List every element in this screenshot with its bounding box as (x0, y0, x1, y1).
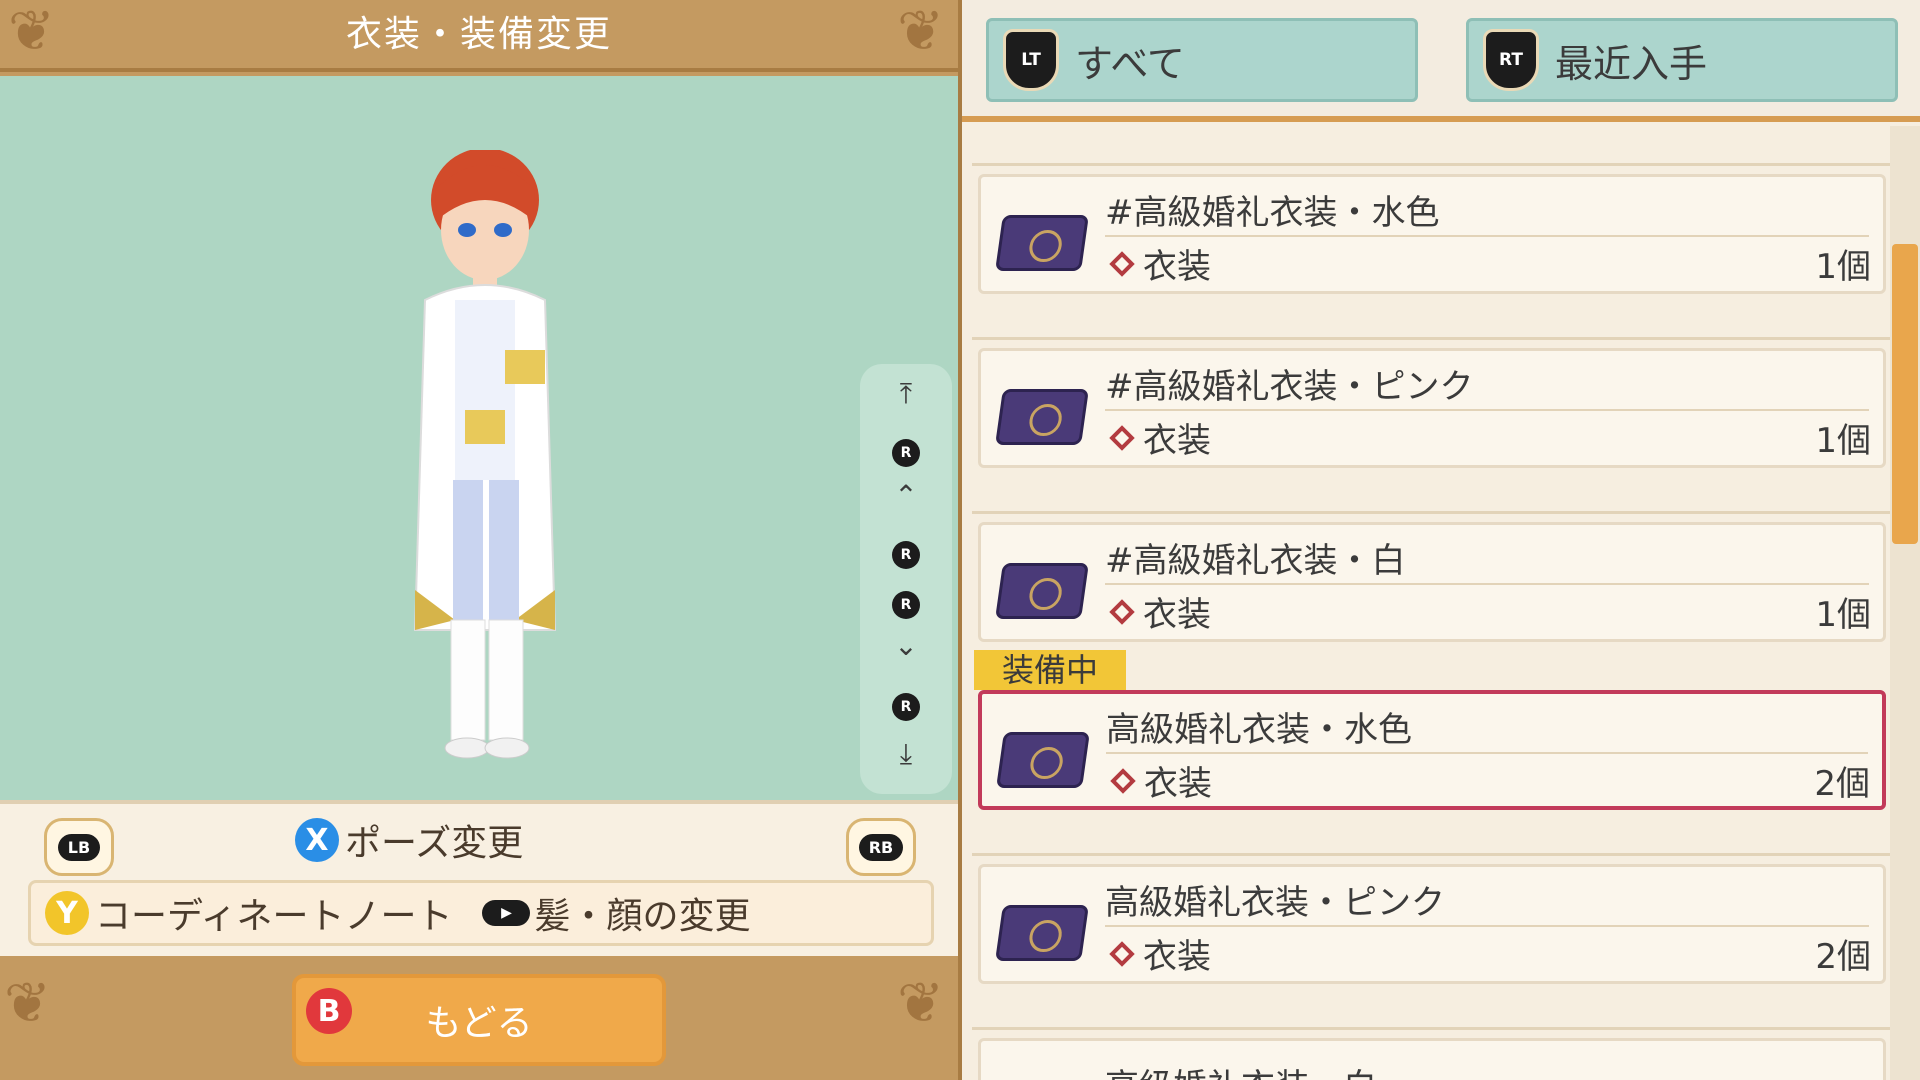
y-button-icon: Y (45, 891, 89, 935)
rt-button-icon: RT (1483, 29, 1539, 91)
pose-change-button[interactable]: X ポーズ変更 (295, 812, 523, 868)
item-name: #高級婚礼衣装・白 (1105, 541, 1406, 581)
item-category: 衣装 (1105, 929, 1211, 978)
item-name: #高級婚礼衣装・水色 (1105, 193, 1440, 233)
zoom-bottom-icon[interactable]: ⤓ (860, 740, 952, 768)
diamond-icon (1109, 598, 1135, 625)
tab-all-label: すべて (1075, 41, 1185, 86)
pan-up-icon[interactable]: ⌃ (860, 482, 952, 510)
item-category: 衣装 (1106, 756, 1212, 805)
item-list-panel: LT すべて RT 最近入手 #高級婚礼衣装・水色 衣装 1個 #高級婚礼衣装・… (958, 0, 1920, 1080)
divider (1106, 752, 1868, 754)
diamond-icon (1109, 250, 1135, 277)
filter-tabs: LT すべて RT 最近入手 (962, 0, 1920, 122)
outfit-box-icon (995, 389, 1089, 445)
item-quantity: 1個 (1815, 421, 1871, 461)
tab-all[interactable]: LT すべて (986, 18, 1418, 102)
outfit-box-icon (995, 905, 1089, 961)
ornament-bottom-right-icon: ❦ (897, 971, 944, 1036)
diamond-icon (1110, 767, 1136, 794)
tab-recent-label: 最近入手 (1555, 41, 1708, 86)
item-list[interactable]: #高級婚礼衣装・水色 衣装 1個 #高級婚礼衣装・ピンク 衣装 1個 #高級婚礼… (972, 128, 1892, 1080)
diamond-icon (1109, 940, 1135, 967)
list-item[interactable]: #高級婚礼衣装・白 衣装 1個 (978, 522, 1886, 642)
lt-button-icon: LT (1003, 29, 1059, 91)
list-item[interactable]: #高級婚礼衣装・ピンク 衣装 1個 (978, 348, 1886, 468)
equipped-badge: 装備中 (974, 650, 1127, 690)
page-title: 衣装・装備変更 (345, 14, 612, 55)
character-viewport[interactable]: ⤒ R ⌃ R R ⌄ R ⤓ (0, 76, 958, 800)
ornament-bottom-left-icon: ❦ (4, 971, 51, 1036)
divider (1105, 583, 1869, 585)
list-spacer (972, 992, 1892, 1030)
item-category: 衣装 (1105, 413, 1211, 462)
scrollbar-thumb[interactable] (1892, 244, 1918, 544)
item-quantity: 2個 (1815, 937, 1871, 977)
outfit-box-icon (996, 732, 1090, 788)
item-name: 高級婚礼衣装・ピンク (1105, 883, 1445, 923)
list-spacer (972, 476, 1892, 514)
list-item[interactable]: 高級婚礼衣装・白 (978, 1038, 1886, 1080)
x-button-icon: X (295, 818, 339, 862)
outfit-box-icon (995, 215, 1089, 271)
pan-down-icon[interactable]: ⌄ (860, 632, 952, 660)
camera-up-icon[interactable]: R (860, 434, 952, 467)
lb-button[interactable]: LB (44, 818, 114, 876)
list-spacer (972, 128, 1892, 166)
item-category: 衣装 (1105, 239, 1211, 288)
item-name: 高級婚礼衣装・水色 (1106, 710, 1412, 750)
divider (1105, 235, 1869, 237)
rb-button[interactable]: RB (846, 818, 916, 876)
outfit-box-icon (995, 563, 1089, 619)
back-button[interactable]: B もどる (292, 974, 666, 1066)
b-button-icon: B (306, 988, 352, 1034)
zoom-top-icon[interactable]: ⤒ (860, 380, 952, 408)
toggle-icon: ▶ (482, 900, 531, 926)
list-item-equipped[interactable]: 高級婚礼衣装・水色 衣装 2個 (978, 690, 1886, 810)
hair-face-change-button[interactable]: 髪・顔の変更 (534, 887, 750, 939)
coordinate-note-button[interactable]: コーディネートノート (95, 887, 452, 939)
pose-change-label: ポーズ変更 (345, 823, 524, 864)
item-quantity: 1個 (1815, 247, 1871, 287)
character-model (413, 150, 557, 759)
item-quantity: 2個 (1814, 764, 1870, 804)
divider (1105, 409, 1869, 411)
title-bar: ❦ ❦ 衣装・装備変更 (0, 0, 958, 72)
list-spacer (972, 302, 1892, 340)
camera-down-icon[interactable]: R (860, 688, 952, 721)
camera-controls: ⤒ R ⌃ R R ⌄ R ⤓ (860, 364, 952, 794)
tab-recent[interactable]: RT 最近入手 (1466, 18, 1898, 102)
scrollbar[interactable] (1890, 126, 1920, 1080)
list-item[interactable]: #高級婚礼衣装・水色 衣装 1個 (978, 174, 1886, 294)
outfit-preview-panel: ❦ ❦ 衣装・装備変更 ⤒ R ⌃ R R ⌄ R ⤓ LB RB X ポーズ変… (0, 0, 958, 1080)
item-name: #高級婚礼衣装・ピンク (1105, 367, 1474, 407)
item-category: 衣装 (1105, 587, 1211, 636)
back-label: もどる (425, 1003, 533, 1044)
list-spacer (972, 818, 1892, 856)
rotate-right-icon[interactable]: R (860, 586, 952, 619)
diamond-icon (1109, 424, 1135, 451)
item-quantity: 1個 (1815, 595, 1871, 635)
item-name: 高級婚礼衣装・白 (1105, 1059, 1377, 1080)
divider (1105, 925, 1869, 927)
rotate-left-icon[interactable]: R (860, 536, 952, 569)
coordinate-bar: Y コーディネートノート ▶ 髪・顔の変更 (28, 880, 934, 946)
list-item[interactable]: 高級婚礼衣装・ピンク 衣装 2個 (978, 864, 1886, 984)
